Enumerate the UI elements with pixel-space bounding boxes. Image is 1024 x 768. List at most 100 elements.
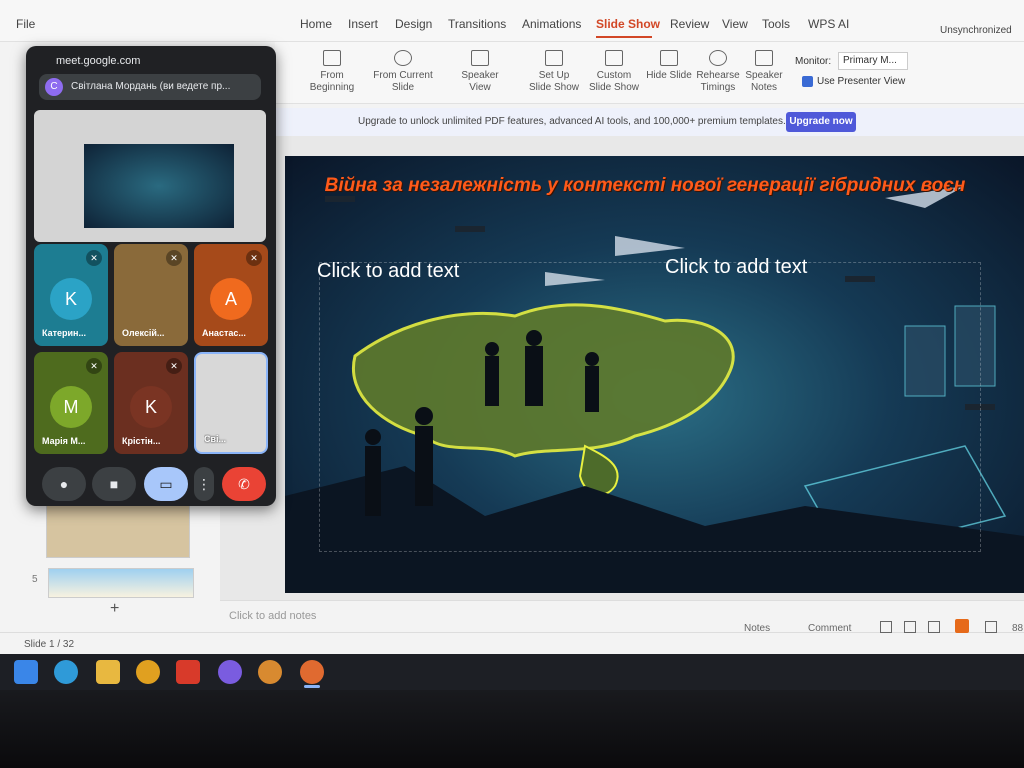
participant-name: Олексій... xyxy=(122,328,165,338)
slide-sorter-icon[interactable] xyxy=(904,621,916,633)
tab-tools[interactable]: Tools xyxy=(762,17,790,31)
slide-thumbnail-4[interactable] xyxy=(46,504,190,558)
meet-floating-window[interactable]: meet.google.com С Світлана Мордань (ви в… xyxy=(26,46,276,506)
participant-tile[interactable]: A ✕ Анастас... xyxy=(194,244,268,346)
participant-name: Катерин... xyxy=(42,328,86,338)
speaker-notes-button[interactable]: Speaker Notes xyxy=(743,50,785,94)
play-circle-icon xyxy=(394,50,412,66)
from-beginning-button[interactable]: From Beginning xyxy=(305,50,359,94)
custom-slide-show-button[interactable]: Custom Slide Show xyxy=(587,50,641,94)
present-button[interactable]: ▭ xyxy=(144,467,188,501)
text-placeholder-left[interactable]: Click to add text xyxy=(317,260,459,283)
monitor-bezel xyxy=(0,690,1024,768)
slide-thumbnail-5[interactable] xyxy=(48,568,194,598)
more-options-button[interactable]: ⋮ xyxy=(194,467,214,501)
participant-tile[interactable]: M ✕ Марія М... xyxy=(34,352,108,454)
leave-call-button[interactable]: ✆ xyxy=(222,467,266,501)
mic-off-icon: ✕ xyxy=(86,250,102,266)
participant-tile-self[interactable]: Сві... xyxy=(194,352,268,454)
wps-ai-button[interactable]: WPS AI xyxy=(808,17,849,31)
avatar: M xyxy=(50,386,92,428)
tab-slide-show[interactable]: Slide Show xyxy=(596,17,660,31)
tab-home[interactable]: Home xyxy=(300,17,332,31)
file-explorer-icon[interactable] xyxy=(96,660,120,684)
camera-button[interactable]: ■ xyxy=(92,467,136,501)
current-slide[interactable]: Війна за незалежність у контексті нової … xyxy=(285,156,1024,593)
comment-button[interactable]: Comment xyxy=(808,623,851,634)
zoom-level[interactable]: 88 xyxy=(1012,623,1023,634)
avatar: A xyxy=(210,278,252,320)
active-tab-indicator xyxy=(596,36,652,38)
presenter-banner[interactable]: С Світлана Мордань (ви ведете пр... xyxy=(39,74,261,100)
setup-slide-show-button[interactable]: Set Up Slide Show xyxy=(527,50,581,94)
participant-tile[interactable]: K ✕ Крістін... xyxy=(114,352,188,454)
play-icon xyxy=(323,50,341,66)
add-slide-button[interactable]: + xyxy=(110,600,119,618)
status-bar: Slide 1 / 32 Notes Comment 88 xyxy=(0,619,1024,654)
mic-off-icon: ✕ xyxy=(166,250,182,266)
upgrade-now-button[interactable]: Upgrade now xyxy=(786,112,856,132)
monitor-label: Monitor: xyxy=(795,56,832,67)
slideshow-play-icon[interactable] xyxy=(955,619,969,633)
placeholder-frame xyxy=(319,262,981,552)
tab-view[interactable]: View xyxy=(722,17,748,31)
menu-bar: File Home Insert Design Transitions Anim… xyxy=(0,0,1024,42)
avatar: K xyxy=(50,278,92,320)
fit-window-icon[interactable] xyxy=(985,621,997,633)
tab-insert[interactable]: Insert xyxy=(348,17,378,31)
notes-toggle-button[interactable]: Notes xyxy=(744,623,770,634)
viber-icon[interactable] xyxy=(218,660,242,684)
custom-show-icon xyxy=(605,50,623,66)
tab-review[interactable]: Review xyxy=(670,17,709,31)
presenter-view-checkbox[interactable] xyxy=(802,76,813,87)
participant-tile[interactable]: K ✕ Катерин... xyxy=(34,244,108,346)
tab-design[interactable]: Design xyxy=(395,17,432,31)
slide-show-ribbon: From Beginning From Current Slide Speake… xyxy=(275,42,1024,104)
avatar: С xyxy=(45,78,63,96)
edge-browser-icon[interactable] xyxy=(54,660,78,684)
screen-share-preview[interactable] xyxy=(34,110,266,242)
sync-status[interactable]: Unsynchronized xyxy=(940,25,1012,36)
windows-start-icon[interactable] xyxy=(14,660,38,684)
mic-off-icon: ✕ xyxy=(246,250,262,266)
wps-office-icon[interactable] xyxy=(176,660,200,684)
chrome-icon[interactable] xyxy=(136,660,160,684)
rehearse-timings-button[interactable]: Rehearse Timings xyxy=(695,50,741,94)
monitor-select[interactable]: Primary M... xyxy=(838,52,908,70)
presenter-view-label: Use Presenter View xyxy=(817,76,906,87)
notes-icon xyxy=(755,50,773,66)
active-app-indicator xyxy=(304,685,320,688)
thumbnail-pane: 5 + xyxy=(0,500,220,630)
presenter-name: Світлана Мордань (ви ведете пр... xyxy=(71,81,231,92)
mic-off-icon: ✕ xyxy=(86,358,102,374)
tab-transitions[interactable]: Transitions xyxy=(448,17,506,31)
meet-url: meet.google.com xyxy=(56,55,141,67)
timer-icon xyxy=(709,50,727,66)
participant-name: Анастас... xyxy=(202,328,246,338)
avatar: K xyxy=(130,386,172,428)
tab-animations[interactable]: Animations xyxy=(522,17,581,31)
slide-counter: Slide 1 / 32 xyxy=(24,639,75,650)
from-current-slide-button[interactable]: From Current Slide xyxy=(361,50,445,94)
normal-view-icon[interactable] xyxy=(880,621,892,633)
speaker-view-button[interactable]: Speaker View xyxy=(450,50,510,94)
microphone-button[interactable]: ● xyxy=(42,467,86,501)
speaker-view-icon xyxy=(471,50,489,66)
slide-title[interactable]: Війна за незалежність у контексті нової … xyxy=(315,174,975,197)
text-placeholder-right[interactable]: Click to add text xyxy=(665,256,807,279)
participant-name: Сві... xyxy=(204,434,227,444)
monitor-screen: File Home Insert Design Transitions Anim… xyxy=(0,0,1024,690)
participant-name: Крістін... xyxy=(122,436,161,446)
banner-text: Upgrade to unlock unlimited PDF features… xyxy=(358,116,786,127)
file-menu[interactable]: File xyxy=(16,17,35,31)
mini-slide-preview xyxy=(84,144,234,228)
reading-view-icon[interactable] xyxy=(928,621,940,633)
hide-slide-button[interactable]: Hide Slide xyxy=(645,50,693,82)
participant-tile[interactable]: ✕ Олексій... xyxy=(114,244,188,346)
chrome-profile-icon[interactable] xyxy=(258,660,282,684)
windows-taskbar xyxy=(0,654,1024,690)
chrome-profile-active-icon[interactable] xyxy=(300,660,324,684)
setup-icon xyxy=(545,50,563,66)
hide-slide-icon xyxy=(660,50,678,66)
notes-placeholder: Click to add notes xyxy=(229,610,317,622)
